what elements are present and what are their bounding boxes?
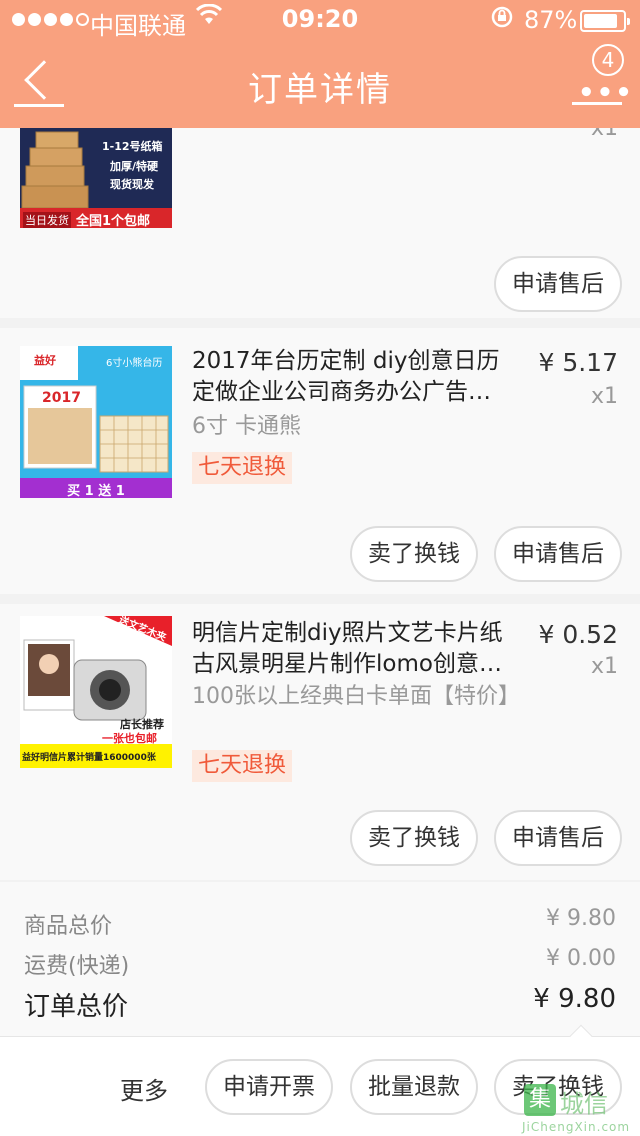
page-title: 订单详情 — [248, 70, 392, 110]
goods-total-label: 商品总价 — [24, 914, 113, 939]
product-thumbnail[interactable]: 1-12号纸箱 加厚/特硬 现货现发 当日发货 全国1个包邮 — [20, 128, 172, 228]
resell-button[interactable]: 卖了换钱 — [350, 810, 478, 866]
thumb-sales: 益好明信片累计销量1600000张 — [22, 753, 156, 763]
thumb-banner: 买 1 送 1 — [67, 484, 125, 498]
thumb-brand: 益好 — [34, 354, 56, 367]
item-spec: 6寸 卡通熊 — [192, 414, 301, 439]
order-summary: 商品总价 ¥ 9.80 运费(快递) ¥ 0.00 订单总价 ¥ 9.80 — [0, 882, 640, 1038]
watermark-text: 城信 — [560, 1090, 608, 1118]
after-sale-button[interactable]: 申请售后 — [494, 810, 622, 866]
notification-badge: 4 — [592, 44, 624, 76]
order-item-card: 送文艺木夹 店长推荐 一张也包邮 益好明信片累计销量1600000张 明信片定制… — [0, 604, 640, 880]
shipping-value: ¥ 0.00 — [546, 946, 616, 971]
battery-percent: 87% — [524, 6, 578, 34]
order-item-card: 益好 6寸小熊台历 2017 买 1 送 1 2017年台历定制 diy创意日历… — [0, 328, 640, 594]
product-thumbnail[interactable]: 益好 6寸小熊台历 2017 买 1 送 1 — [20, 346, 172, 498]
more-actions-link[interactable]: 更多 — [120, 1071, 168, 1106]
order-total-label: 订单总价 — [24, 992, 129, 1022]
item-price: ¥ 5.17 — [538, 348, 618, 377]
rotation-lock-icon — [490, 5, 514, 35]
item-spec: 100张以上经典白卡单面【特价】 — [192, 684, 520, 709]
invoice-button[interactable]: 申请开票 — [205, 1059, 333, 1115]
item-title[interactable]: 明信片定制diy照片文艺卡片纸古风景明星片制作lomo创意… — [192, 618, 522, 680]
status-bar: 中国联通 09:20 87% — [0, 0, 640, 40]
after-sale-button[interactable]: 申请售后 — [494, 256, 622, 312]
thumb-tag-same-day: 当日发货 — [23, 212, 71, 228]
thumb-spec-3: 现货现发 — [110, 178, 154, 191]
resell-button[interactable]: 卖了换钱 — [350, 526, 478, 582]
item-quantity: x1 — [590, 654, 618, 679]
more-menu-button[interactable]: ••• 4 — [572, 40, 632, 108]
thumb-spec-1: 1-12号纸箱 — [102, 140, 163, 153]
product-thumbnail[interactable]: 送文艺木夹 店长推荐 一张也包邮 益好明信片累计销量1600000张 — [20, 616, 172, 768]
after-sale-button[interactable]: 申请售后 — [494, 526, 622, 582]
goods-total-value: ¥ 9.80 — [546, 906, 616, 931]
shipping-label: 运费(快递) — [24, 954, 130, 979]
item-price: ¥ 0.52 — [538, 620, 618, 649]
item-quantity: x1 — [590, 384, 618, 409]
return-policy-tag: 七天退换 — [192, 452, 293, 484]
order-total-value: ¥ 9.80 — [533, 984, 616, 1014]
thumb-free-ship: 一张也包邮 — [102, 732, 157, 745]
top-bar: 中国联通 09:20 87% 订单详情 ••• 4 — [0, 0, 640, 128]
batch-refund-button[interactable]: 批量退款 — [350, 1059, 478, 1115]
thumb-tag-free-ship: 全国1个包邮 — [76, 214, 151, 228]
return-policy-tag: 七天退换 — [192, 750, 293, 782]
battery-icon — [580, 10, 630, 32]
watermark: 集 城信 JiChengXin.com — [522, 1082, 638, 1134]
watermark-url: JiChengXin.com — [522, 1120, 631, 1134]
thumb-year: 2017 — [42, 390, 81, 406]
thumb-spec-2: 加厚/特硬 — [110, 160, 159, 173]
watermark-logo-icon: 集 — [524, 1084, 556, 1116]
thumb-heading: 6寸小熊台历 — [106, 358, 163, 369]
order-item-card: 1-12号纸箱 加厚/特硬 现货现发 当日发货 全国1个包邮 x1 申请售后 — [0, 116, 640, 318]
item-title[interactable]: 2017年台历定制 diy创意日历定做企业公司商务办公广告… — [192, 346, 522, 408]
